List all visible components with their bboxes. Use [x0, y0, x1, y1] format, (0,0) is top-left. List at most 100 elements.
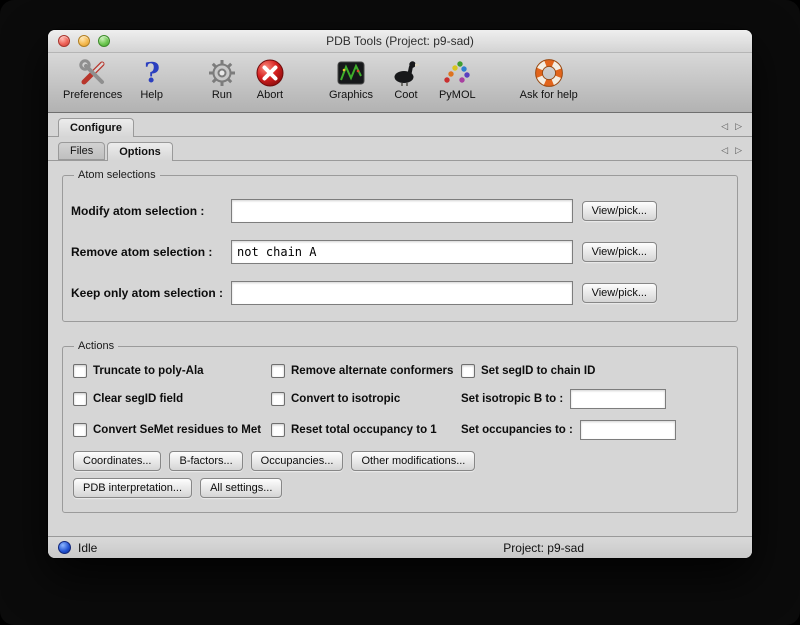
- checkbox-icon: [271, 392, 285, 406]
- toolbar: Preferences ? Help: [48, 53, 752, 113]
- app-window: PDB Tools (Project: p9-sad) Preferences: [48, 30, 752, 558]
- minimize-button[interactable]: [78, 35, 90, 47]
- convert-to-isotropic-checkbox[interactable]: Convert to isotropic: [271, 389, 461, 409]
- desktop-backdrop: PDB Tools (Project: p9-sad) Preferences: [0, 0, 800, 625]
- checkbox-label: Convert SeMet residues to Met: [93, 424, 261, 436]
- gear-icon: [207, 57, 237, 88]
- set-occupancies-input[interactable]: [580, 420, 676, 440]
- tab-configure[interactable]: Configure: [58, 118, 134, 137]
- preferences-button[interactable]: Preferences: [60, 56, 125, 102]
- abort-button[interactable]: Abort: [252, 56, 288, 102]
- remove-atom-selection-label: Remove atom selection :: [71, 245, 231, 259]
- graphics-icon: [336, 57, 366, 88]
- keep-only-atom-selection-row: Keep only atom selection : View/pick...: [71, 281, 729, 305]
- tools-icon: [78, 57, 108, 88]
- pymol-icon: [442, 57, 472, 88]
- modify-atom-selection-row: Modify atom selection : View/pick...: [71, 199, 729, 223]
- window-title: PDB Tools (Project: p9-sad): [326, 34, 474, 48]
- tool-label: Run: [212, 89, 232, 101]
- svg-text:?: ?: [144, 58, 160, 88]
- graphics-button[interactable]: Graphics: [326, 56, 376, 102]
- checkbox-icon: [73, 392, 87, 406]
- set-isotropic-b-field: Set isotropic B to :: [461, 389, 729, 409]
- keep-only-atom-selection-input[interactable]: [231, 281, 573, 305]
- checkbox-label: Truncate to poly-Ala: [93, 365, 204, 377]
- files-options-tab-bar: Files Options ◁ ▷: [48, 137, 752, 161]
- tool-label: Ask for help: [520, 89, 578, 101]
- checkbox-label: Set segID to chain ID: [481, 365, 595, 377]
- tool-label: Preferences: [63, 89, 122, 101]
- help-button[interactable]: ? Help: [137, 56, 166, 102]
- tab-files[interactable]: Files: [58, 142, 105, 160]
- truncate-poly-ala-checkbox[interactable]: Truncate to poly-Ala: [73, 364, 271, 378]
- tool-label: Help: [140, 89, 163, 101]
- actions-checkbox-grid: Truncate to poly-Ala Remove alternate co…: [71, 362, 729, 440]
- remove-view-pick-button[interactable]: View/pick...: [582, 242, 657, 262]
- tab-scroll-arrows: ◁ ▷: [721, 121, 742, 136]
- ask-for-help-button[interactable]: Ask for help: [517, 56, 581, 102]
- modify-atom-selection-input[interactable]: [231, 199, 573, 223]
- tool-label: Graphics: [329, 89, 373, 101]
- zoom-button[interactable]: [98, 35, 110, 47]
- other-modifications-button[interactable]: Other modifications...: [351, 451, 475, 471]
- lifebuoy-icon: [534, 57, 564, 88]
- checkbox-icon: [271, 364, 285, 378]
- tool-label: PyMOL: [439, 89, 476, 101]
- remove-alternate-conformers-checkbox[interactable]: Remove alternate conformers: [271, 364, 461, 378]
- clear-segid-field-checkbox[interactable]: Clear segID field: [73, 389, 271, 409]
- checkbox-icon: [271, 423, 285, 437]
- tab-options[interactable]: Options: [107, 142, 173, 161]
- checkbox-icon: [73, 364, 87, 378]
- keep-only-view-pick-button[interactable]: View/pick...: [582, 283, 657, 303]
- actions-title: Actions: [74, 340, 118, 352]
- set-occupancies-label: Set occupancies to :: [461, 424, 573, 436]
- set-isotropic-b-input[interactable]: [570, 389, 666, 409]
- tab-scroll-left-icon[interactable]: ◁: [721, 145, 728, 156]
- abort-icon: [255, 57, 285, 88]
- set-segid-to-chain-id-checkbox[interactable]: Set segID to chain ID: [461, 364, 729, 378]
- checkbox-label: Remove alternate conformers: [291, 365, 453, 377]
- titlebar[interactable]: PDB Tools (Project: p9-sad): [48, 30, 752, 53]
- options-panel: Atom selections Modify atom selection : …: [48, 161, 752, 536]
- project-label: Project: p9-sad: [503, 541, 584, 555]
- modify-view-pick-button[interactable]: View/pick...: [582, 201, 657, 221]
- convert-semet-residues-checkbox[interactable]: Convert SeMet residues to Met: [73, 420, 271, 440]
- tool-label: Abort: [257, 89, 283, 101]
- actions-group: Actions Truncate to poly-Ala Remove alte…: [62, 340, 738, 513]
- remove-atom-selection-input[interactable]: [231, 240, 573, 264]
- run-button[interactable]: Run: [204, 56, 240, 102]
- set-occupancies-field: Set occupancies to :: [461, 420, 729, 440]
- actions-button-row-2: PDB interpretation... All settings...: [71, 478, 729, 498]
- keep-only-atom-selection-label: Keep only atom selection :: [71, 286, 231, 300]
- close-button[interactable]: [58, 35, 70, 47]
- checkbox-icon: [461, 364, 475, 378]
- question-icon: ?: [141, 57, 163, 88]
- tab-scroll-left-icon[interactable]: ◁: [721, 121, 728, 132]
- tab-scroll-right-icon[interactable]: ▷: [735, 145, 742, 156]
- reset-total-occupancy-checkbox[interactable]: Reset total occupancy to 1: [271, 420, 461, 440]
- modify-atom-selection-label: Modify atom selection :: [71, 204, 231, 218]
- coot-button[interactable]: Coot: [388, 56, 424, 102]
- set-isotropic-b-label: Set isotropic B to :: [461, 393, 563, 405]
- checkbox-icon: [73, 423, 87, 437]
- checkbox-label: Convert to isotropic: [291, 393, 400, 405]
- atom-selections-title: Atom selections: [74, 169, 160, 181]
- b-factors-button[interactable]: B-factors...: [169, 451, 242, 471]
- status-text: Idle: [78, 541, 97, 555]
- actions-button-row-1: Coordinates... B-factors... Occupancies.…: [71, 451, 729, 471]
- tool-label: Coot: [394, 89, 417, 101]
- pymol-button[interactable]: PyMOL: [436, 56, 479, 102]
- atom-selections-group: Atom selections Modify atom selection : …: [62, 169, 738, 322]
- all-settings-button[interactable]: All settings...: [200, 478, 282, 498]
- configure-tab-bar: Configure ◁ ▷: [48, 113, 752, 137]
- remove-atom-selection-row: Remove atom selection : View/pick...: [71, 240, 729, 264]
- tab-scroll-right-icon[interactable]: ▷: [735, 121, 742, 132]
- coot-bird-icon: [391, 57, 421, 88]
- traffic-lights: [58, 35, 110, 47]
- checkbox-label: Clear segID field: [93, 393, 183, 405]
- checkbox-label: Reset total occupancy to 1: [291, 424, 437, 436]
- status-indicator: [58, 541, 71, 554]
- coordinates-button[interactable]: Coordinates...: [73, 451, 161, 471]
- occupancies-button[interactable]: Occupancies...: [251, 451, 344, 471]
- pdb-interpretation-button[interactable]: PDB interpretation...: [73, 478, 192, 498]
